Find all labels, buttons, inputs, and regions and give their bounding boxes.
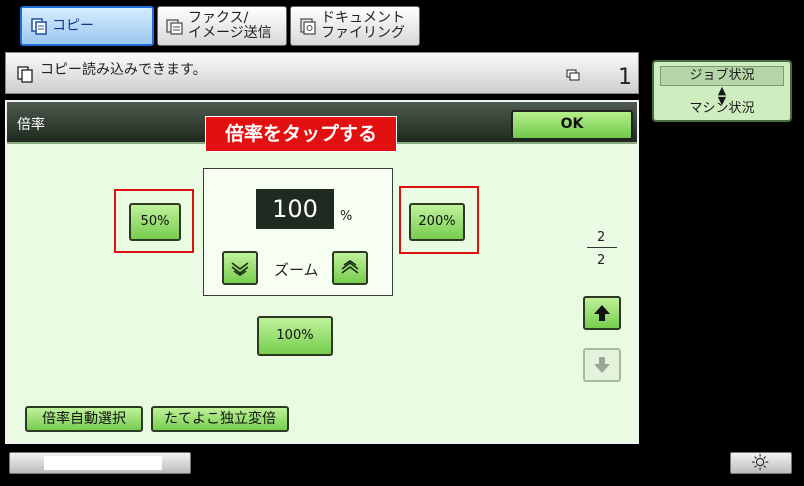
zoom-decrease-button[interactable] [222,251,258,285]
machine-status-label: マシン状況 [689,101,755,116]
zoom-increase-button[interactable] [332,251,368,285]
tab-copy[interactable]: コピー [20,6,154,46]
page-title: 倍率 [17,117,45,133]
zoom-50-button[interactable]: 50% [129,203,181,241]
page-divider [587,247,617,248]
copy-count: 1 [618,65,632,90]
chevron-up-double-icon [341,260,359,274]
page-current: 2 [597,230,606,245]
status-bar: コピー読み込みできます。 1 [5,52,639,94]
copy-status-icon [17,66,33,83]
xy-zoom-button[interactable]: たてよこ独立変倍 [151,406,289,432]
zoom-panel: 倍率 OK 倍率をタップする 50% 200% 100 % ズーム 100% 2… [5,100,639,444]
page-total: 2 [597,253,606,268]
instruction-callout: 倍率をタップする [205,116,397,152]
chevron-down-double-icon [231,262,249,276]
ok-button[interactable]: OK [511,110,633,140]
auto-ratio-select-button[interactable]: 倍率自動選択 [25,406,143,432]
status-message: コピー読み込みできます。 [40,62,207,78]
tab-copy-label: コピー [52,17,94,34]
arrow-up-icon [594,305,610,321]
sun-icon [751,453,769,471]
fax-icon [166,19,183,35]
tab-document-filing-label: ドキュメント ファイリング [321,10,405,41]
page-down-button[interactable] [583,348,621,382]
copies-icon [566,69,580,81]
progress-fill [44,456,162,470]
arrow-down-icon [594,357,610,373]
page-up-button[interactable] [583,296,621,330]
job-status-label: ジョブ状況 [660,66,784,86]
document-filing-icon [300,18,316,35]
zoom-label: ズーム [274,261,319,279]
copy-icon [31,18,47,35]
tab-fax-image-send[interactable]: ファクス/ イメージ送信 [157,6,287,46]
zoom-unit: % [340,209,353,224]
zoom-100-button[interactable]: 100% [257,316,333,356]
zoom-value-display: 100 [256,189,334,229]
zoom-control: 100 % ズーム [203,168,393,296]
zoom-200-button[interactable]: 200% [409,203,465,241]
job-status-button[interactable]: ジョブ状況 ▲ ▼ マシン状況 [652,60,792,122]
progress-bar [9,452,191,474]
brightness-button[interactable] [730,452,792,474]
tab-fax-image-send-label: ファクス/ イメージ送信 [188,10,272,41]
tab-document-filing[interactable]: ドキュメント ファイリング [290,6,420,46]
